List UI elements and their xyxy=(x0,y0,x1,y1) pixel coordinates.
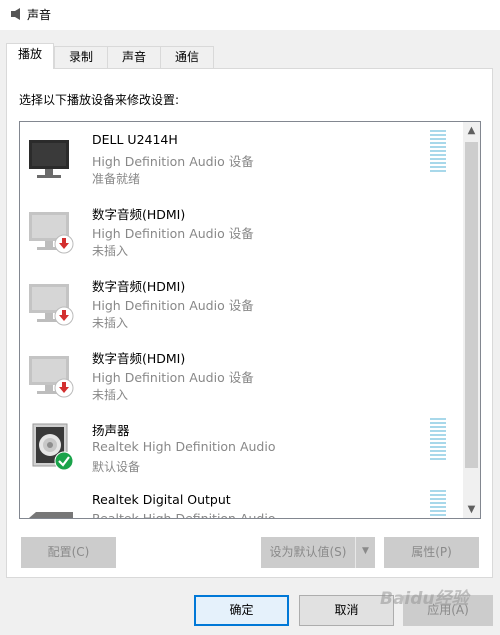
digital-output-icon xyxy=(29,512,73,518)
scroll-down-icon[interactable]: ▼ xyxy=(463,501,480,518)
device-description: High Definition Audio 设备 xyxy=(92,226,254,241)
instruction-label: 选择以下播放设备来修改设置: xyxy=(19,93,180,107)
playback-panel: 选择以下播放设备来修改设置: DELL U2414H High Definiti… xyxy=(6,68,493,578)
ok-button[interactable]: 确定 xyxy=(194,595,289,626)
dialog-body: 播放 录制 声音 通信 选择以下播放设备来修改设置: DELL U2414H H… xyxy=(0,30,500,635)
cancel-button[interactable]: 取消 xyxy=(299,595,394,626)
level-meter xyxy=(430,490,446,518)
scroll-up-icon[interactable]: ▲ xyxy=(463,122,480,139)
device-name: DELL U2414H xyxy=(92,132,178,147)
default-check-icon xyxy=(54,451,74,471)
device-name: 数字音频(HDMI) xyxy=(92,207,186,222)
list-item[interactable]: Realtek Digital Output Realtek High Defi… xyxy=(20,482,460,519)
device-status: 未插入 xyxy=(92,388,129,402)
scroll-thumb[interactable] xyxy=(465,142,478,468)
apply-button[interactable]: 应用(A) xyxy=(403,595,493,626)
device-description: High Definition Audio 设备 xyxy=(92,370,254,385)
unplugged-arrow-icon xyxy=(54,378,74,398)
list-item[interactable]: 数字音频(HDMI) High Definition Audio 设备 未插入 xyxy=(20,194,460,266)
device-list[interactable]: DELL U2414H High Definition Audio 设备 准备就… xyxy=(19,121,481,519)
tab-recording[interactable]: 录制 xyxy=(54,46,108,68)
set-default-dropdown-arrow[interactable]: ▼ xyxy=(355,537,375,568)
device-description: Realtek High Definition Audio xyxy=(92,439,276,454)
unplugged-arrow-icon xyxy=(54,306,74,326)
tab-playback[interactable]: 播放 xyxy=(6,43,54,69)
list-item[interactable]: DELL U2414H High Definition Audio 设备 准备就… xyxy=(20,122,460,194)
window-title: 声音 xyxy=(27,8,52,22)
list-item[interactable]: 数字音频(HDMI) High Definition Audio 设备 未插入 xyxy=(20,338,460,410)
device-description: High Definition Audio 设备 xyxy=(92,154,254,169)
vertical-scrollbar[interactable]: ▲ ▼ xyxy=(463,122,480,518)
tab-sounds[interactable]: 声音 xyxy=(107,46,161,68)
device-status: 未插入 xyxy=(92,244,129,258)
device-status: 未插入 xyxy=(92,316,129,330)
device-name: Realtek Digital Output xyxy=(92,492,231,507)
level-meter xyxy=(430,418,446,462)
device-status: 默认设备 xyxy=(92,460,141,474)
device-name: 扬声器 xyxy=(92,423,130,438)
list-item[interactable]: 扬声器 Realtek High Definition Audio 默认设备 xyxy=(20,410,460,482)
device-name: 数字音频(HDMI) xyxy=(92,351,186,366)
title-bar: 声音 xyxy=(0,0,500,30)
monitor-icon xyxy=(29,140,69,178)
device-name: 数字音频(HDMI) xyxy=(92,279,186,294)
device-description: Realtek High Definition Audio xyxy=(92,511,276,519)
unplugged-arrow-icon xyxy=(54,234,74,254)
properties-button[interactable]: 属性(P) xyxy=(384,537,479,568)
configure-button[interactable]: 配置(C) xyxy=(21,537,116,568)
level-meter xyxy=(430,130,446,174)
device-status: 准备就绪 xyxy=(92,172,141,186)
list-item[interactable]: 数字音频(HDMI) High Definition Audio 设备 未插入 xyxy=(20,266,460,338)
device-description: High Definition Audio 设备 xyxy=(92,298,254,313)
speaker-icon xyxy=(11,8,20,20)
set-default-button[interactable]: 设为默认值(S) xyxy=(261,537,355,568)
tab-communications[interactable]: 通信 xyxy=(160,46,214,68)
